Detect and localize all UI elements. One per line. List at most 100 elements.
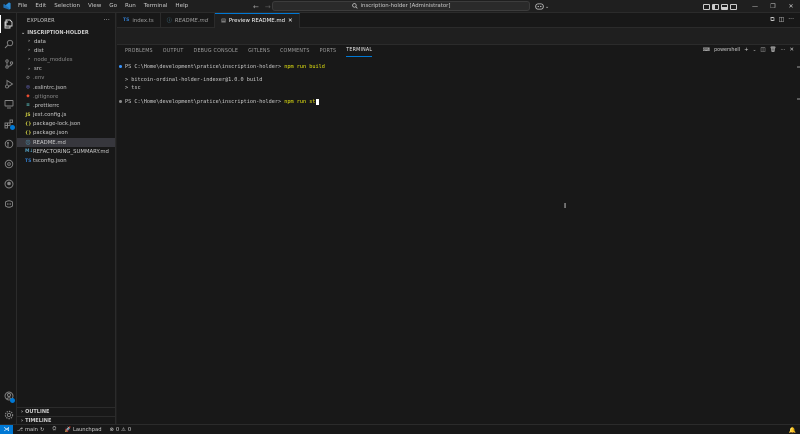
file-item[interactable]: {} package.json <box>17 129 115 138</box>
kill-terminal-icon[interactable]: 🗑 <box>769 47 776 53</box>
branch-label: main <box>24 426 38 433</box>
navigation-arrows: ← → <box>253 0 271 13</box>
run-debug-icon[interactable] <box>0 75 17 93</box>
menu-terminal[interactable]: Terminal <box>140 0 172 13</box>
back-arrow-icon[interactable]: ← <box>253 3 259 11</box>
folder-item[interactable]: › src <box>17 65 115 74</box>
tab-terminal[interactable]: TERMINAL <box>346 45 373 57</box>
terminal-prompt: PS C:\Home\development\pratice\inscripti… <box>125 99 285 105</box>
file-item[interactable]: {} package-lock.json <box>17 120 115 129</box>
file-item[interactable]: ⚙ .env <box>17 74 115 83</box>
launchpad-label: Launchpad <box>72 426 102 433</box>
tab-output[interactable]: OUTPUT <box>163 45 184 57</box>
toggle-primary-sidebar-icon[interactable] <box>712 3 719 10</box>
more-actions-icon[interactable]: ··· <box>780 47 785 53</box>
tree-item-label: dist <box>34 47 44 54</box>
folder-item[interactable]: › node_modules <box>17 55 115 64</box>
github-icon[interactable] <box>0 175 17 193</box>
tab-preview-readme[interactable]: ▤ Preview README.md ✕ <box>215 13 300 28</box>
restore-icon[interactable]: ❐ <box>764 0 782 13</box>
tab-index-ts[interactable]: TS index.ts <box>117 13 161 28</box>
split-editor-icon[interactable]: ◫ <box>779 16 785 24</box>
ports-status[interactable]: ⛭ <box>48 425 60 434</box>
menu-go[interactable]: Go <box>105 0 121 13</box>
tab-ports[interactable]: PORTS <box>320 45 337 57</box>
menu-run[interactable]: Run <box>121 0 140 13</box>
new-terminal-icon[interactable]: + <box>744 47 749 53</box>
tab-problems[interactable]: PROBLEMS <box>125 45 153 57</box>
command-success-dot[interactable] <box>119 65 122 68</box>
manage-gear-icon[interactable] <box>0 406 17 424</box>
file-item[interactable]: ◆ .gitignore <box>17 92 115 101</box>
gitlens-icon[interactable] <box>0 135 17 153</box>
terminal-command: npm run st <box>284 99 316 105</box>
remote-explorer-icon[interactable] <box>0 95 17 113</box>
file-item[interactable]: JS jest.config.js <box>17 111 115 120</box>
file-item[interactable]: TS tsconfig.json <box>17 156 115 165</box>
tab-readme[interactable]: ⓘ README.md <box>161 13 216 28</box>
tree-item-label: tsconfig.json <box>33 158 67 165</box>
js-icon: JS <box>25 112 31 118</box>
source-control-icon[interactable] <box>0 55 17 73</box>
copilot-chat-icon[interactable] <box>0 195 17 213</box>
menu-selection[interactable]: Selection <box>50 0 84 13</box>
tab-label: index.ts <box>132 17 154 24</box>
file-tree: › data › dist › node_modules › src ⚙ .env ◎ .eslint… <box>17 37 115 166</box>
gitlens-inspect-icon[interactable] <box>0 155 17 173</box>
customize-layout-icon[interactable] <box>703 3 710 10</box>
explorer-icon[interactable] <box>0 15 17 33</box>
chevron-down-icon[interactable]: ⌄ <box>753 48 757 53</box>
branch-icon: ⎇ <box>17 426 23 433</box>
file-item[interactable]: ⓘ README.md <box>17 138 115 148</box>
copilot-button[interactable]: ⌄ <box>535 1 549 12</box>
file-item[interactable]: ≡ .prettierrc <box>17 101 115 110</box>
toggle-panel-icon[interactable] <box>721 3 728 10</box>
info-icon: ⓘ <box>166 18 172 24</box>
close-tab-icon[interactable]: ✕ <box>288 18 293 24</box>
launchpad-status[interactable]: 🚀 Launchpad <box>60 425 105 434</box>
tree-item-label: .env <box>33 75 45 82</box>
search-icon[interactable] <box>0 35 17 53</box>
close-window-icon[interactable]: ✕ <box>782 0 800 13</box>
menu-edit[interactable]: Edit <box>31 0 50 13</box>
more-actions-icon[interactable]: ··· <box>104 17 110 24</box>
ts-icon: TS <box>123 18 130 23</box>
panel-actions: ⌨ powershell + ⌄ ◫ 🗑 ··· ✕ <box>703 47 794 53</box>
tab-gitlens[interactable]: GITLENS <box>248 45 270 57</box>
editor-area <box>117 28 800 44</box>
sync-icon: ↻ <box>39 426 45 433</box>
editor-actions: ⧉ ◫ ··· <box>770 16 794 24</box>
split-terminal-icon[interactable]: ◫ <box>760 47 765 53</box>
toggle-secondary-sidebar-icon[interactable] <box>730 3 737 10</box>
accounts-badge <box>10 398 15 403</box>
workspace-root-folder[interactable]: ⌄ INSCRIPTION-HOLDER <box>17 28 115 37</box>
problems-status[interactable]: ⊗ 0 ⚠ 0 <box>106 425 136 434</box>
minimize-icon[interactable]: — <box>746 0 764 13</box>
folder-item[interactable]: › data <box>17 37 115 46</box>
file-item[interactable]: M↓ REFACTORING_SUMMARY.md <box>17 147 115 156</box>
menu-help[interactable]: Help <box>171 0 192 13</box>
explorer-sidebar: EXPLORER ··· ⌄ INSCRIPTION-HOLDER › data ›… <box>17 13 116 424</box>
menu-file[interactable]: File <box>14 0 31 13</box>
vscode-logo-icon <box>0 0 14 13</box>
accounts-icon[interactable] <box>0 387 17 405</box>
extensions-icon[interactable] <box>0 115 17 133</box>
file-item[interactable]: ◎ .eslintrc.json <box>17 83 115 92</box>
command-pending-dot[interactable] <box>119 100 122 103</box>
branch-status[interactable]: ⎇ main ↻ <box>13 425 48 434</box>
notifications-bell-icon[interactable]: 🔔 <box>789 425 796 434</box>
open-source-icon[interactable]: ⧉ <box>770 16 774 24</box>
folder-item[interactable]: › dist <box>17 46 115 55</box>
editor-tab-bar: TS index.ts ⓘ README.md ▤ Preview README… <box>117 13 800 28</box>
menu-view[interactable]: View <box>84 0 105 13</box>
close-panel-icon[interactable]: ✕ <box>789 47 794 53</box>
chevron-right-icon: › <box>28 57 30 63</box>
more-actions-icon[interactable]: ··· <box>788 16 794 24</box>
shell-label[interactable]: powershell <box>714 48 740 53</box>
outline-section[interactable]: › OUTLINE <box>17 407 116 416</box>
command-center[interactable]: inscription-holder [Administrator] <box>272 1 530 11</box>
remote-indicator-icon[interactable]: ⋊ <box>0 424 13 434</box>
forward-arrow-icon[interactable]: → <box>265 3 271 11</box>
tab-comments[interactable]: COMMENTS <box>280 45 310 57</box>
tab-debug-console[interactable]: DEBUG CONSOLE <box>194 45 239 57</box>
